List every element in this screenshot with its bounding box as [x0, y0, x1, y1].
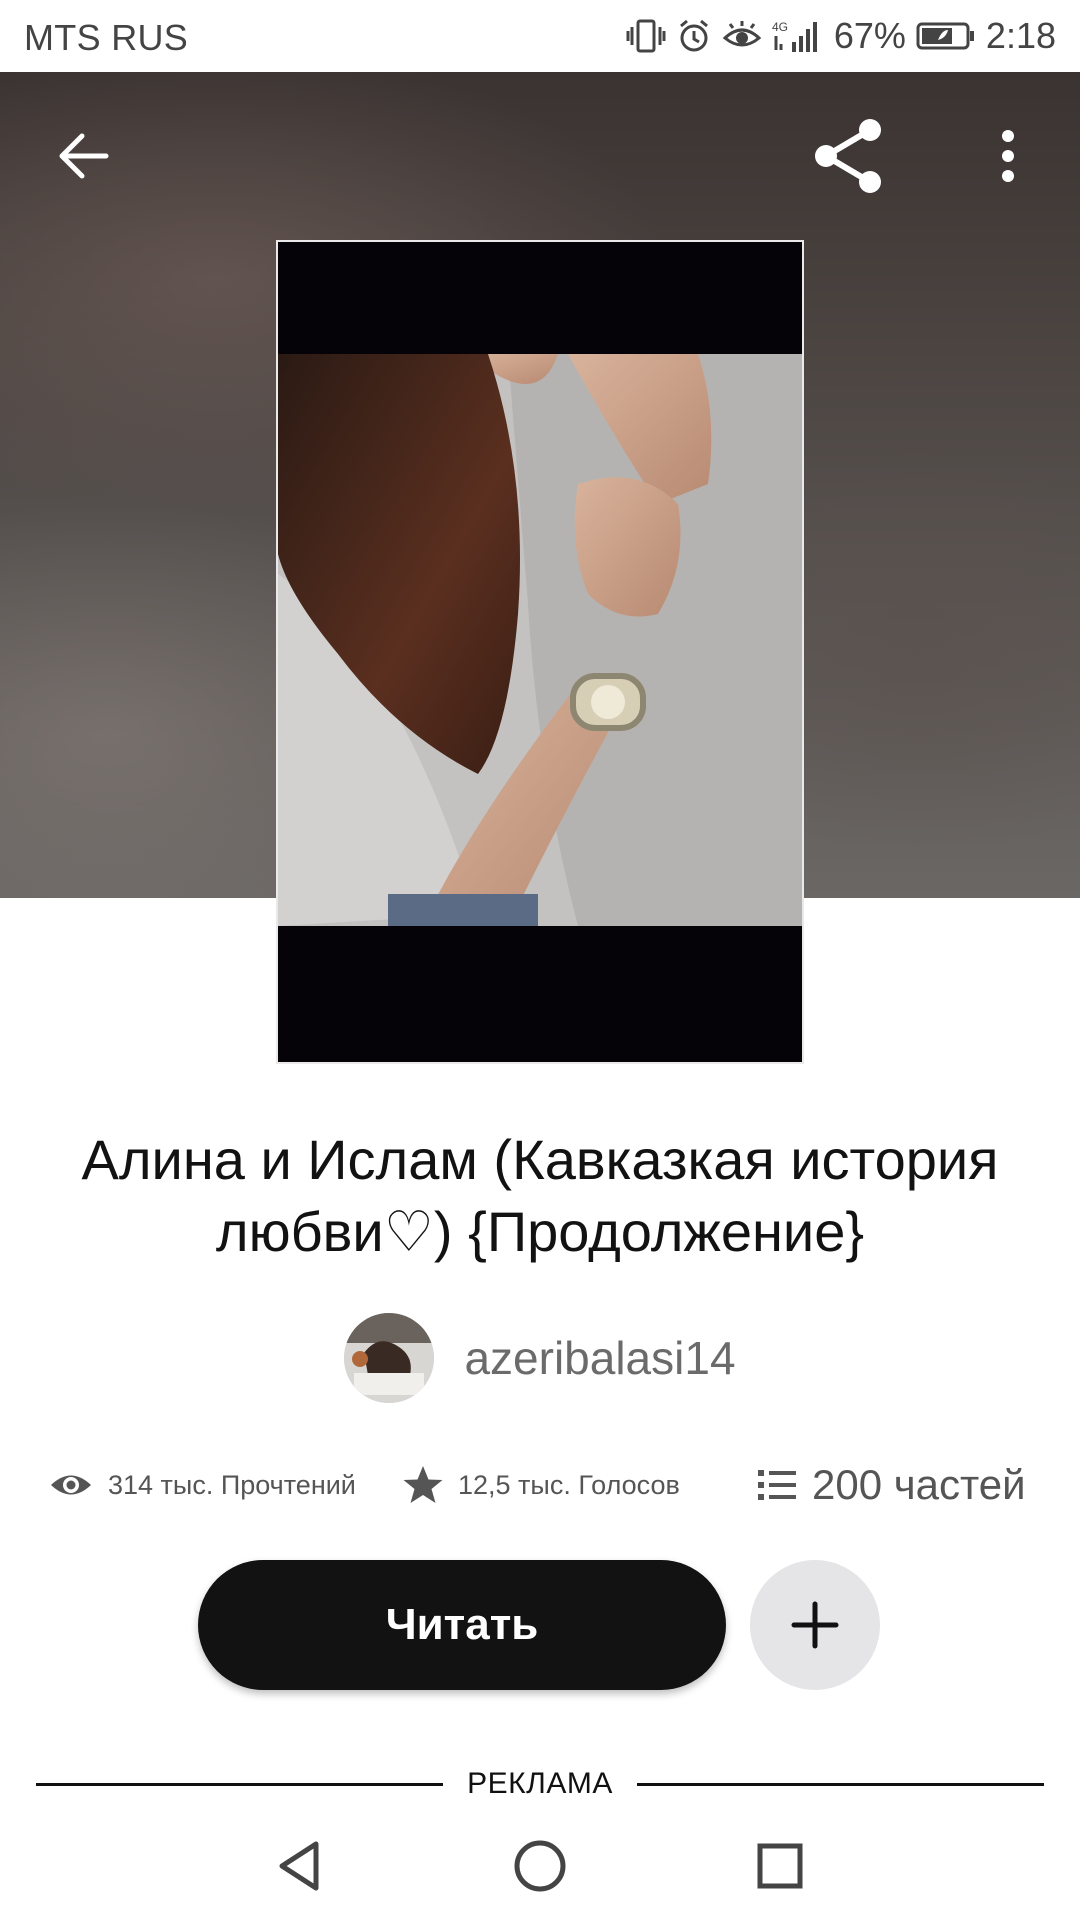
votes-count: 12,5 тыс. Голосов [458, 1469, 680, 1500]
status-icons: 4G 67% 2:18 [626, 12, 1056, 60]
nav-back-button[interactable] [260, 1826, 340, 1906]
author-row[interactable]: azeribalasi14 [0, 1312, 1080, 1404]
list-icon [758, 1470, 796, 1500]
divider-line [636, 1782, 1045, 1786]
ad-divider: РЕКЛАМА [36, 1762, 1045, 1806]
carrier-name: MTS RUS [24, 17, 189, 58]
arrow-left-icon [59, 133, 109, 179]
read-button[interactable]: Читать [198, 1560, 726, 1690]
eye-icon [51, 1475, 91, 1495]
plus-icon [791, 1601, 839, 1649]
story-cover[interactable] [276, 240, 804, 1064]
battery-percent: 67% [833, 15, 906, 56]
share-button[interactable] [802, 108, 898, 204]
story-details-screen: MTS RUS 4G 67% 2:18 Алина и Ислам (Кавка… [0, 0, 1080, 1920]
cover-photo [278, 354, 802, 926]
network-type: 4G [772, 20, 788, 34]
reads-count: 314 тыс. Прочтений [108, 1469, 356, 1500]
share-icon [815, 119, 881, 193]
circle-home-icon [514, 1840, 566, 1892]
square-recents-icon [757, 1843, 803, 1889]
parts-stat[interactable]: 200 частей [756, 1450, 1026, 1520]
system-nav-bar [0, 1810, 1080, 1920]
more-vertical-icon [1002, 130, 1014, 182]
more-options-button[interactable] [960, 108, 1056, 204]
votes-stat: 12,5 тыс. Голосов [402, 1450, 680, 1520]
divider-line [36, 1782, 444, 1786]
vibrate-icon [626, 18, 666, 54]
avatar[interactable] [344, 1313, 435, 1403]
signal-icon: 4G [772, 18, 824, 54]
back-button[interactable] [36, 108, 132, 204]
star-icon [403, 1466, 443, 1503]
status-bar: MTS RUS 4G 67% 2:18 [0, 0, 1080, 72]
author-name[interactable]: azeribalasi14 [464, 1331, 735, 1385]
eye-comfort-icon [722, 18, 762, 54]
battery-icon [916, 18, 976, 54]
story-stats: 314 тыс. Прочтений 12,5 тыс. Голосов 200… [0, 1450, 1080, 1520]
reads-stat: 314 тыс. Прочтений [48, 1450, 356, 1520]
parts-count[interactable]: 200 частей [812, 1461, 1026, 1509]
nav-recents-button[interactable] [740, 1826, 820, 1906]
clock: 2:18 [985, 15, 1056, 56]
alarm-icon [676, 18, 712, 54]
nav-home-button[interactable] [500, 1826, 580, 1906]
add-to-library-button[interactable] [750, 1560, 880, 1690]
story-title: Алина и Ислам (Кавказкая история любви♡)… [81, 1128, 999, 1263]
ad-label: РЕКЛАМА [467, 1767, 613, 1800]
triangle-back-icon [279, 1841, 319, 1891]
